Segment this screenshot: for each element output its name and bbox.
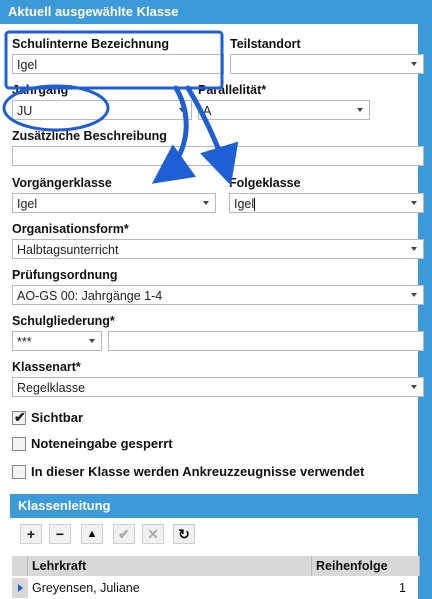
parallelitaet-select[interactable]: A (198, 100, 370, 120)
ankreuzzeugnisse-label: In dieser Klasse werden Ankreuzzeugnisse… (31, 464, 365, 479)
pruefung-value: AO-GS 00: Jahrgänge 1-4 (17, 289, 163, 303)
confirm-button[interactable]: ✔ (113, 524, 135, 544)
orgform-value: Halbtagsunterricht (17, 243, 119, 257)
klassenart-select[interactable]: Regelklasse (12, 377, 424, 397)
pruefung-label: Prüfungsordnung (12, 268, 118, 282)
zusatz-label: Zusätzliche Beschreibung (12, 129, 167, 143)
teilstandort-label: Teilstandort (230, 37, 301, 51)
jahrgang-value: JU (17, 104, 33, 118)
klassenleitung-header: Klassenleitung (10, 494, 418, 518)
chevron-down-icon (411, 247, 417, 251)
orgform-label: Organisationsform* (12, 222, 129, 236)
refresh-button[interactable]: ↻ (173, 524, 195, 544)
move-up-button[interactable]: ▲ (81, 524, 103, 544)
noteneingabe-checkbox[interactable] (12, 437, 26, 451)
chevron-down-icon (411, 201, 417, 205)
chevron-down-icon (203, 201, 209, 205)
parallelitaet-label: Parallelität* (198, 83, 267, 97)
schulgliederung-label: Schulgliederung* (12, 314, 115, 328)
schulgliederung-select[interactable]: *** (12, 331, 102, 351)
refresh-icon: ↻ (178, 525, 190, 542)
jahrgang-label: Jahrgang* (12, 83, 74, 97)
folge-select[interactable]: Igel (229, 193, 424, 213)
column-header-lehrkraft[interactable]: Lehrkraft (28, 556, 312, 576)
schulinterne-label: Schulinterne Bezeichnung (12, 37, 169, 51)
teilstandort-select[interactable] (230, 54, 424, 74)
folge-label: Folgeklasse (229, 176, 301, 190)
panel-title: Aktuell ausgewählte Klasse (8, 4, 179, 19)
pruefung-select[interactable]: AO-GS 00: Jahrgänge 1-4 (12, 285, 424, 305)
panel-header: Aktuell ausgewählte Klasse (0, 0, 432, 24)
orgform-select[interactable]: Halbtagsunterricht (12, 239, 424, 259)
schulgliederung-description[interactable] (108, 331, 424, 351)
schulgliederung-value: *** (17, 335, 32, 349)
chevron-down-icon (411, 293, 417, 297)
chevron-down-icon (357, 108, 363, 112)
vorgaenger-select[interactable]: Igel (12, 193, 216, 213)
chevron-down-icon (89, 339, 95, 343)
close-icon: ✕ (147, 525, 159, 542)
row-pointer-icon (18, 584, 23, 592)
sichtbar-label: Sichtbar (31, 410, 84, 425)
table-cell-reihenfolge[interactable]: 1 (312, 578, 406, 598)
chevron-down-icon (179, 108, 185, 112)
chevron-down-icon (411, 62, 417, 66)
schulinterne-input[interactable]: Igel (12, 54, 224, 74)
check-icon: ✔ (14, 409, 26, 425)
text-cursor (254, 198, 256, 212)
vorgaenger-value: Igel (17, 197, 38, 211)
triangle-up-icon: ▲ (86, 528, 98, 540)
column-header-reihenfolge[interactable]: Reihenfolge (312, 556, 420, 576)
check-icon: ✔ (118, 525, 130, 542)
add-button[interactable]: + (20, 524, 42, 544)
remove-button[interactable]: − (49, 524, 71, 544)
zusatz-input[interactable] (12, 146, 424, 166)
minus-icon: − (55, 526, 65, 542)
plus-icon: + (26, 526, 36, 542)
ankreuzzeugnisse-checkbox[interactable] (12, 465, 26, 479)
sichtbar-checkbox[interactable]: ✔ (12, 409, 26, 425)
cancel-button[interactable]: ✕ (142, 524, 164, 544)
jahrgang-select[interactable]: JU (12, 100, 192, 120)
vorgaenger-label: Vorgängerklasse (12, 176, 112, 190)
noteneingabe-label: Noteneingabe gesperrt (31, 436, 173, 451)
right-scroll-bar (418, 24, 432, 599)
parallelitaet-value: A (203, 104, 212, 118)
table-cell-lehrkraft[interactable]: Greyensen, Juliane (28, 578, 312, 598)
chevron-down-icon (411, 385, 417, 389)
klassenart-label: Klassenart* (12, 360, 81, 374)
klassenart-value: Regelklasse (17, 381, 86, 395)
folge-value: Igel (234, 197, 255, 211)
row-header-corner (12, 556, 28, 576)
row-selector[interactable] (12, 578, 28, 598)
